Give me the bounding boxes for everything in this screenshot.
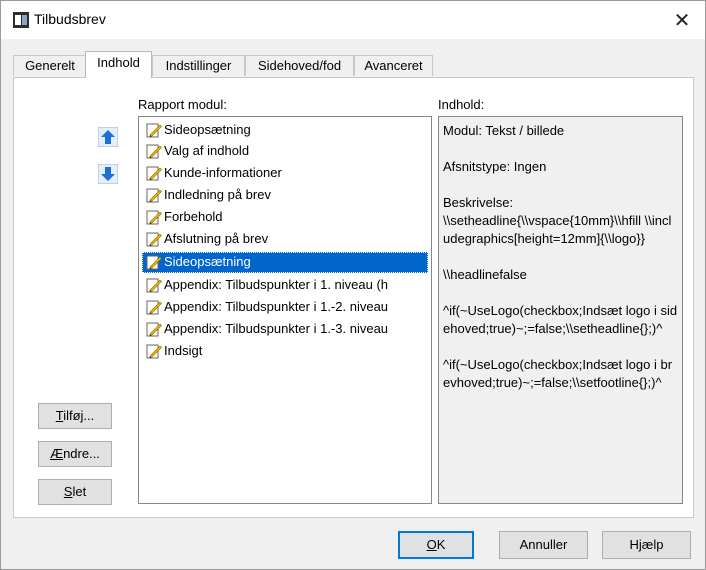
edit-button-label: ndre... — [63, 446, 100, 461]
info-headlinefalse: \\headlinefalse — [443, 267, 527, 282]
close-icon: ✕ — [673, 9, 691, 32]
info-modul: Modul: Tekst / billede — [443, 123, 565, 138]
list-item[interactable]: Indsigt — [142, 341, 428, 362]
info-if-brevhoved: ^if(~UseLogo(checkbox;Indsæt logo i brev… — [443, 357, 673, 390]
list-item-label: Sideopsætning — [164, 254, 251, 269]
document-edit-icon — [146, 166, 162, 181]
info-box: Modul: Tekst / billede Afsnitstype: Inge… — [438, 116, 683, 504]
list-item[interactable]: Afslutning på brev — [142, 229, 428, 250]
tab-indstillinger[interactable]: Indstillinger — [152, 55, 245, 76]
ok-button[interactable]: OK — [398, 531, 474, 559]
list-item-selected[interactable]: Sideopsætning — [142, 252, 428, 273]
document-edit-icon — [146, 144, 162, 159]
edit-button-mnemonic: Æ — [50, 446, 64, 461]
list-item[interactable]: Valg af indhold — [142, 141, 428, 162]
add-button[interactable]: Tilføj... — [38, 403, 112, 429]
list-item-label: Indledning på brev — [164, 187, 271, 202]
list-item[interactable]: Appendix: Tilbudspunkter i 1.-2. niveau — [142, 297, 428, 318]
tab-panel: Rapport modul: Indhold: Sideopsætning Va… — [13, 77, 694, 518]
move-down-button[interactable] — [98, 164, 118, 184]
ok-button-mnemonic: O — [426, 537, 437, 552]
list-item[interactable]: Indledning på brev — [142, 185, 428, 206]
tab-indhold[interactable]: Indhold — [85, 51, 152, 78]
document-edit-icon — [146, 278, 162, 293]
list-item-label: Afslutning på brev — [164, 231, 269, 246]
app-icon — [13, 12, 29, 28]
window-title: Tilbudsbrev — [34, 11, 106, 27]
list-item-label: Indsigt — [164, 343, 203, 358]
list-item-label: Sideopsætning — [164, 122, 251, 137]
tab-avanceret[interactable]: Avanceret — [354, 55, 433, 76]
document-edit-icon — [146, 123, 162, 138]
document-edit-icon — [146, 344, 162, 359]
tab-sidehoved-fod[interactable]: Sidehoved/fod — [245, 55, 354, 76]
info-beskrivelse-label: Beskrivelse: — [443, 195, 514, 210]
list-item-label: Appendix: Tilbudspunkter i 1.-3. niveau — [164, 321, 389, 336]
list-item[interactable]: Forbehold — [142, 207, 428, 228]
delete-button-label: let — [72, 484, 87, 499]
info-label: Indhold: — [438, 97, 485, 112]
ok-button-label: K — [436, 537, 446, 552]
edit-button[interactable]: Ændre... — [38, 441, 112, 467]
tab-generelt[interactable]: Generelt — [13, 55, 87, 76]
info-afsnitstype: Afsnitstype: Ingen — [443, 159, 547, 174]
list-item[interactable]: Kunde-informationer — [142, 163, 428, 184]
add-button-label: ilføj... — [63, 408, 95, 423]
document-edit-icon — [146, 188, 162, 203]
dialog-window: Tilbudsbrev ✕ Generelt Indhold Indstilli… — [0, 0, 706, 570]
document-edit-icon — [146, 232, 162, 247]
document-edit-icon — [146, 210, 162, 225]
help-button[interactable]: Hjælp — [602, 531, 691, 559]
document-edit-icon — [146, 300, 162, 315]
list-item-label: Appendix: Tilbudspunkter i 1.-2. niveau — [164, 299, 389, 314]
move-up-button[interactable] — [98, 127, 118, 147]
close-button[interactable]: ✕ — [659, 1, 705, 39]
list-item-label: Forbehold — [164, 209, 223, 224]
info-beskrivelse: \\setheadline{\\vspace{10mm}\\hfill \\in… — [443, 213, 672, 246]
module-list[interactable]: Sideopsætning Valg af indhold Kunde-info… — [138, 116, 432, 504]
list-item[interactable]: Sideopsætning — [142, 120, 428, 141]
list-item-label: Kunde-informationer — [164, 165, 282, 180]
document-edit-icon — [146, 322, 162, 337]
cancel-button[interactable]: Annuller — [499, 531, 588, 559]
list-item-label: Valg af indhold — [164, 143, 250, 158]
list-item[interactable]: Appendix: Tilbudspunkter i 1.-3. niveau — [142, 319, 428, 340]
info-if-sidehoved: ^if(~UseLogo(checkbox;Indsæt logo i side… — [443, 303, 678, 336]
module-list-label: Rapport modul: — [138, 97, 227, 112]
list-item[interactable]: Appendix: Tilbudspunkter i 1. niveau (h — [142, 275, 428, 296]
list-item-label: Appendix: Tilbudspunkter i 1. niveau (h — [164, 277, 389, 292]
delete-button[interactable]: Slet — [38, 479, 112, 505]
document-edit-icon — [146, 255, 162, 270]
title-bar: Tilbudsbrev ✕ — [1, 1, 705, 39]
